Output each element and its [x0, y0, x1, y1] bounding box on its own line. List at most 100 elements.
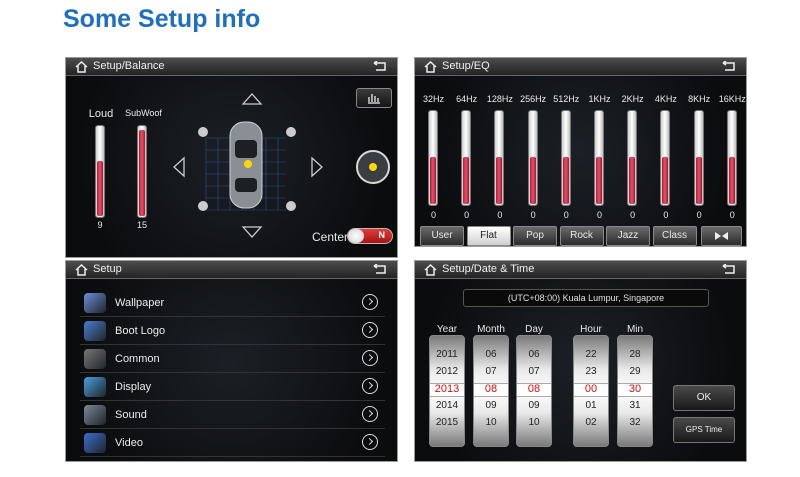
picker-value: 2013	[434, 383, 460, 395]
eq-band-fill	[629, 157, 636, 204]
eq-preset-user-button[interactable]: User	[420, 226, 464, 246]
picker-value: 06	[528, 349, 540, 360]
setup-item-common[interactable]: Common	[80, 345, 385, 373]
column-label-year: Year	[436, 324, 458, 335]
wallpaper-icon	[84, 293, 106, 313]
back-icon[interactable]	[373, 264, 387, 275]
picker-value: 07	[528, 366, 540, 377]
arrow-right-icon[interactable]	[310, 156, 324, 178]
common-gear-icon	[84, 349, 106, 369]
day-picker[interactable]: 06 07 08 09 10	[516, 335, 552, 447]
setup-item-wallpaper[interactable]: Wallpaper	[80, 289, 385, 317]
display-icon	[84, 377, 106, 397]
month-picker[interactable]: 06 07 08 09 10	[473, 335, 509, 447]
back-icon[interactable]	[373, 61, 387, 72]
subwoof-value: 15	[136, 220, 147, 230]
back-icon[interactable]	[722, 264, 736, 275]
eq-band-frequency: 1KHz	[588, 94, 611, 104]
year-picker[interactable]: 2011 2012 2013 2014 2015	[429, 335, 465, 447]
eq-preset-rock-button[interactable]: Rock	[559, 226, 604, 246]
datetime-header: Setup/Date & Time	[415, 261, 746, 279]
balance-toggle-icon	[715, 232, 728, 240]
eq-band-slider[interactable]	[560, 110, 571, 206]
eq-extra-button[interactable]	[701, 226, 742, 246]
eq-band-fill	[496, 157, 503, 204]
home-icon[interactable]	[424, 61, 437, 73]
home-icon[interactable]	[75, 61, 88, 73]
arrow-left-icon[interactable]	[172, 156, 186, 178]
column-label-hour: Hour	[580, 324, 602, 335]
eq-band-value: 0	[530, 210, 536, 220]
loud-slider-fill	[97, 161, 103, 216]
eq-band-slider[interactable]	[494, 110, 505, 206]
subwoof-slider[interactable]	[137, 125, 147, 218]
min-picker[interactable]: 28 29 30 31 32	[617, 335, 653, 447]
home-icon[interactable]	[75, 264, 88, 276]
speaker-icon	[286, 201, 296, 211]
picker-value: 2014	[435, 400, 459, 411]
setup-item-label: Display	[115, 381, 152, 393]
eq-band-fill	[430, 157, 436, 204]
column-label-min: Min	[626, 324, 644, 335]
eq-band-slider[interactable]	[527, 110, 538, 206]
video-icon	[84, 433, 106, 453]
eq-preset-pop-button[interactable]: Pop	[513, 226, 557, 246]
hour-picker[interactable]: 22 23 00 01 02	[573, 335, 609, 447]
balance-point-icon[interactable]	[244, 160, 252, 168]
home-icon[interactable]	[424, 264, 437, 276]
balance-panel: Setup/Balance Loud SubWoof 9 15 Center N	[65, 57, 398, 258]
ok-button[interactable]: OK	[673, 385, 735, 411]
eq-band-slider[interactable]	[627, 110, 638, 206]
gps-time-button[interactable]: GPS Time	[673, 417, 735, 443]
eq-band-frequency: 2KHz	[621, 94, 644, 104]
eq-band-frequency: 256Hz	[520, 94, 547, 104]
center-reset-knob-icon[interactable]	[355, 149, 391, 185]
arrow-up-icon[interactable]	[241, 92, 263, 106]
chevron-right-icon[interactable]	[362, 378, 378, 394]
picker-value: 08	[484, 383, 498, 395]
eq-band-frequency: 64Hz	[456, 94, 478, 104]
eq-band-value: 0	[729, 210, 735, 220]
eq-preset-class-button[interactable]: Class	[652, 226, 697, 246]
center-toggle[interactable]: N	[347, 228, 393, 244]
chevron-right-icon[interactable]	[362, 434, 378, 450]
loud-slider[interactable]	[95, 125, 105, 218]
picker-value: 29	[629, 366, 641, 377]
back-icon[interactable]	[722, 61, 736, 72]
eq-band-fill	[728, 157, 735, 204]
eq-band-slider[interactable]	[726, 110, 737, 206]
arrow-down-icon[interactable]	[241, 225, 263, 239]
eq-band-frequency: 128Hz	[486, 94, 513, 104]
picker-value: 30	[628, 383, 642, 395]
chevron-right-icon[interactable]	[362, 294, 378, 310]
eq-band-frequency: 16KHz	[718, 94, 746, 104]
eq-band-slider[interactable]	[660, 110, 671, 206]
setup-item-display[interactable]: Display	[80, 373, 385, 401]
chevron-right-icon[interactable]	[362, 350, 378, 366]
subwoof-slider-fill	[139, 129, 145, 216]
eq-shortcut-button[interactable]	[356, 88, 392, 108]
setup-header: Setup	[66, 261, 397, 279]
eq-preset-flat-button[interactable]: Flat	[466, 226, 511, 246]
eq-band-value: 0	[430, 210, 436, 220]
eq-band-fill	[695, 157, 702, 204]
setup-item-video[interactable]: Video	[80, 429, 385, 457]
setup-item-boot-logo[interactable]: Boot Logo	[80, 317, 385, 345]
setup-title: Setup	[93, 263, 122, 275]
picker-value: 2011	[436, 349, 458, 360]
eq-band-slider[interactable]	[461, 110, 472, 206]
picker-value: 00	[584, 383, 598, 395]
setup-panel: Setup Wallpaper Boot Logo Common Display Sou…	[65, 260, 398, 462]
chevron-right-icon[interactable]	[362, 406, 378, 422]
setup-item-sound[interactable]: Sound	[80, 401, 385, 429]
picker-value: 2015	[435, 417, 459, 428]
page-title: Some Setup info	[63, 5, 261, 33]
chevron-right-icon[interactable]	[362, 322, 378, 338]
eq-band-slider[interactable]	[594, 110, 604, 206]
timezone-selector[interactable]: (UTC+08:00) Kuala Lumpur, Singapore	[463, 289, 709, 307]
speaker-icon	[198, 127, 208, 137]
car-balance-grid[interactable]	[176, 88, 316, 248]
eq-preset-jazz-button[interactable]: Jazz	[606, 226, 650, 246]
eq-band-slider[interactable]	[693, 110, 704, 206]
eq-band-slider[interactable]	[428, 110, 438, 206]
